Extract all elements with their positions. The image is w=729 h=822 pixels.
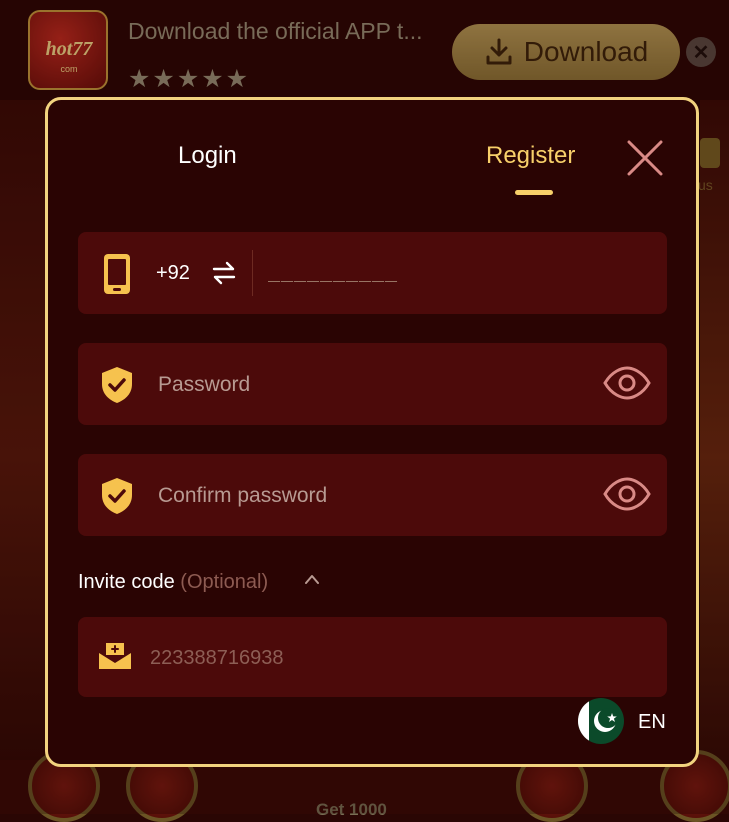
- confirm-password-field: [78, 454, 667, 536]
- phone-icon: [104, 254, 130, 294]
- phone-field: +92: [78, 232, 667, 314]
- tab-login[interactable]: Login: [178, 142, 237, 170]
- auth-modal: Login Register +92 __________ Invite cod…: [45, 97, 699, 767]
- country-code[interactable]: +92: [156, 262, 190, 285]
- active-tab-indicator: [515, 190, 553, 195]
- swap-icon[interactable]: [211, 260, 237, 286]
- shield-check-icon: [102, 478, 132, 514]
- invite-code-label: Invite code: [78, 571, 175, 593]
- password-input[interactable]: [156, 365, 580, 405]
- tab-register[interactable]: Register: [486, 142, 575, 170]
- chevron-up-icon[interactable]: [305, 574, 319, 584]
- mail-plus-icon: [99, 643, 131, 669]
- eye-icon[interactable]: [602, 476, 652, 512]
- confirm-password-input[interactable]: [156, 476, 580, 516]
- invite-code-input[interactable]: [148, 639, 572, 677]
- eye-icon[interactable]: [602, 365, 652, 401]
- field-divider: [252, 250, 253, 296]
- shield-check-icon: [102, 367, 132, 403]
- phone-input[interactable]: [266, 256, 650, 294]
- invite-code-toggle[interactable]: Invite code (Optional): [78, 571, 268, 594]
- password-field: [78, 343, 667, 425]
- invite-code-field: [78, 617, 667, 697]
- language-code[interactable]: EN: [638, 711, 666, 734]
- pakistan-flag-icon[interactable]: [578, 698, 624, 744]
- invite-optional-label: (Optional): [180, 571, 269, 593]
- close-modal-icon[interactable]: [625, 138, 665, 178]
